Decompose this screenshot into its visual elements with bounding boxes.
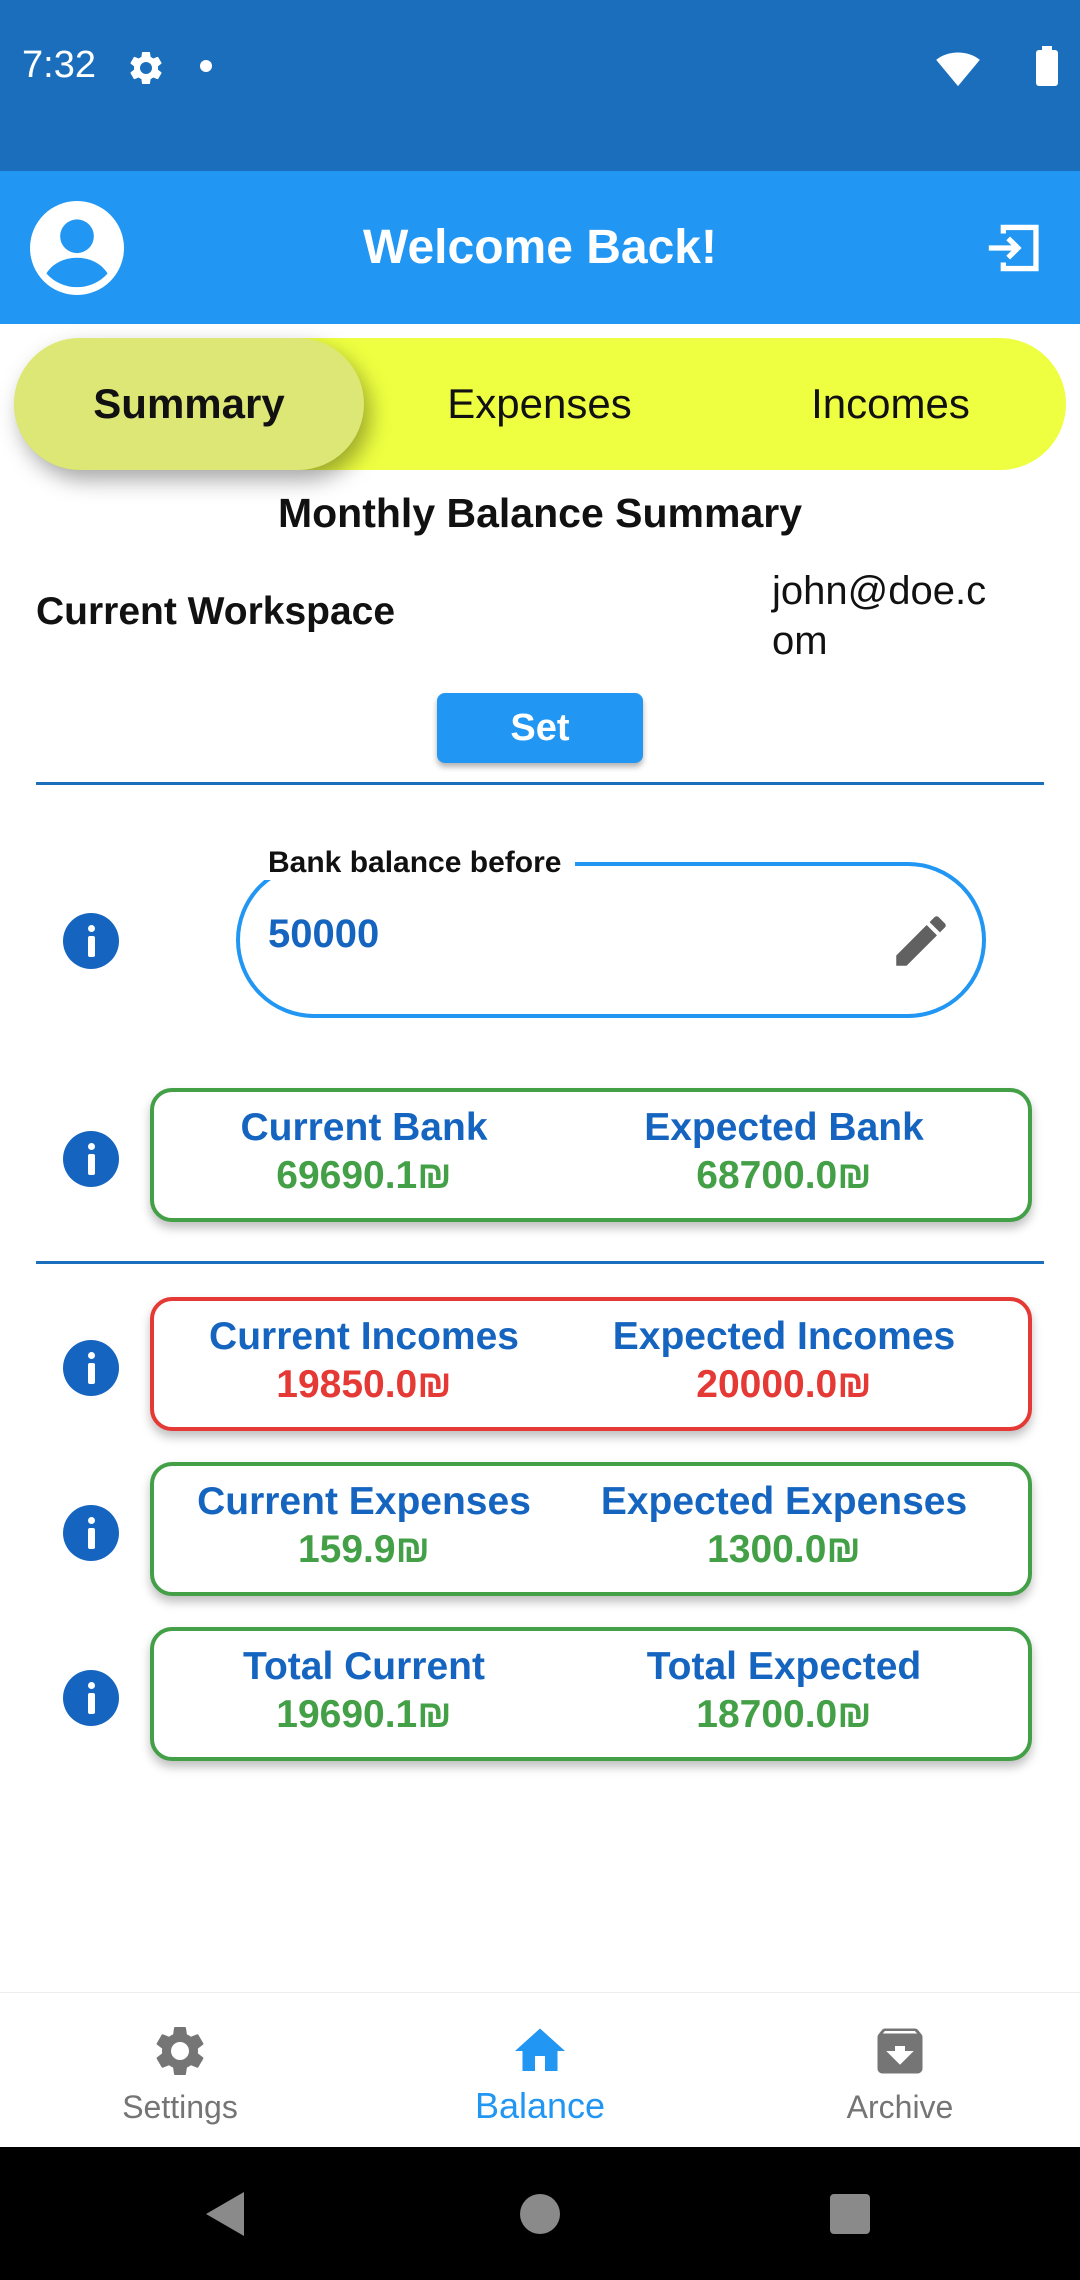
total-card: Total Current 19690.1₪ Total Expected 18…: [150, 1627, 1032, 1761]
status-bar: 7:32: [0, 0, 1080, 171]
tab-expenses[interactable]: Expenses: [364, 338, 715, 470]
total-current-value: 19690.1₪: [276, 1693, 452, 1736]
current-expenses-value: 159.9₪: [297, 1528, 431, 1571]
bank-balance-value[interactable]: 50000: [268, 912, 379, 957]
nav-item-archive[interactable]: Archive: [720, 1993, 1080, 2148]
section-title: Monthly Balance Summary: [277, 490, 803, 536]
archive-icon: [877, 2028, 923, 2074]
total-info-icon[interactable]: [63, 1670, 119, 1726]
nav-item-balance[interactable]: Balance: [360, 1993, 720, 2148]
expected-incomes-label: Expected Incomes: [612, 1315, 956, 1358]
home-icon: [515, 2028, 565, 2071]
divider: [36, 1261, 1044, 1264]
divider: [36, 782, 1044, 785]
nav-label-settings: Settings: [122, 2089, 238, 2125]
expected-bank-value: 68700.0₪: [696, 1154, 872, 1197]
set-workspace-button[interactable]: Set: [437, 693, 643, 763]
tab-summary[interactable]: Summary: [14, 338, 364, 470]
page-title: Welcome Back!: [363, 221, 717, 274]
current-bank-label: Current Bank: [240, 1106, 488, 1149]
total-current-label: Total Current: [243, 1645, 485, 1688]
status-time: 7:32: [22, 44, 96, 86]
bank-card: Current Bank 69690.1₪ Expected Bank 6870…: [150, 1088, 1032, 1222]
bottom-navigation: Settings Balance Archive: [0, 1992, 1080, 2148]
bank-info-icon[interactable]: [63, 1131, 119, 1187]
expected-expenses-value: 1300.0₪: [707, 1528, 861, 1571]
current-incomes-label: Current Incomes: [209, 1315, 519, 1358]
tab-bar: Expenses Incomes Summary: [14, 338, 1066, 470]
incomes-card: Current Incomes 19850.0₪ Expected Income…: [150, 1297, 1032, 1431]
gear-icon: [156, 2026, 204, 2075]
bank-before-info-icon[interactable]: [63, 913, 119, 969]
nav-item-settings[interactable]: Settings: [0, 1993, 360, 2148]
logout-icon[interactable]: [984, 221, 1042, 275]
app-bar: Welcome Back!: [0, 171, 1080, 324]
recent-apps-icon[interactable]: [830, 2194, 870, 2234]
expenses-info-icon[interactable]: [63, 1505, 119, 1561]
account-circle-icon[interactable]: [30, 201, 124, 295]
nav-label-balance: Balance: [474, 2085, 606, 2126]
nav-label-archive: Archive: [846, 2089, 954, 2125]
notification-dot-icon: [200, 60, 212, 72]
incomes-info-icon[interactable]: [63, 1340, 119, 1396]
battery-icon: [1036, 46, 1058, 86]
home-button-icon[interactable]: [520, 2194, 560, 2234]
current-incomes-value: 19850.0₪: [276, 1363, 452, 1406]
current-expenses-label: Current Expenses: [197, 1480, 531, 1523]
expected-incomes-value: 20000.0₪: [696, 1363, 872, 1406]
tab-incomes[interactable]: Incomes: [715, 338, 1066, 470]
workspace-value: john@doe.com: [772, 569, 987, 663]
current-bank-value: 69690.1₪: [276, 1154, 452, 1197]
expected-bank-label: Expected Bank: [644, 1106, 924, 1149]
total-expected-value: 18700.0₪: [696, 1693, 872, 1736]
wifi-icon: [936, 52, 980, 87]
back-icon[interactable]: [204, 2190, 248, 2238]
settings-status-icon: [130, 51, 162, 84]
edit-pencil-icon[interactable]: [888, 908, 954, 974]
workspace-label: Current Workspace: [36, 590, 396, 633]
total-expected-label: Total Expected: [646, 1645, 922, 1688]
expenses-card: Current Expenses 159.9₪ Expected Expense…: [150, 1462, 1032, 1596]
bank-balance-label: Bank balance before: [254, 846, 576, 880]
expected-expenses-label: Expected Expenses: [600, 1480, 968, 1523]
